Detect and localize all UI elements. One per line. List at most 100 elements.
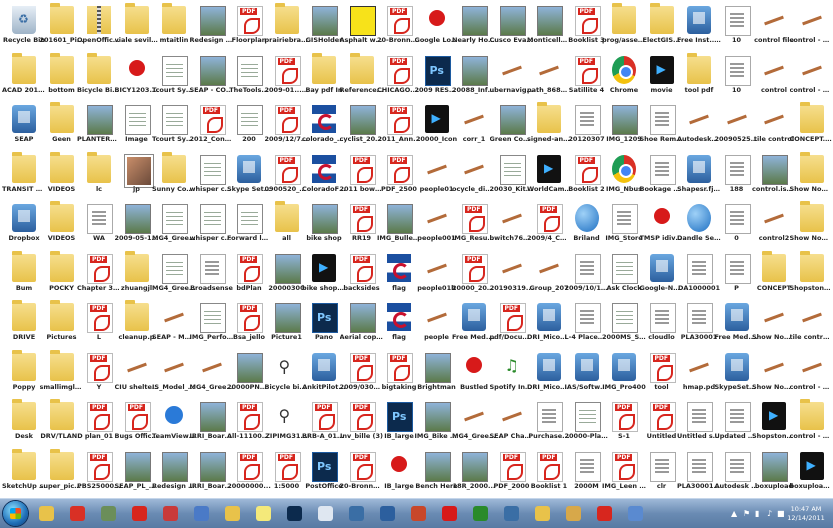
clock-time[interactable]: 10:47 AM xyxy=(783,505,829,513)
desktop-icon[interactable]: IAS/Software... Tutorial xyxy=(567,351,607,400)
desktop-icon[interactable]: tile control - Copy xyxy=(792,301,832,350)
desktop-icon[interactable]: boxupload xyxy=(754,450,794,499)
desktop-icon[interactable]: 2009/10/16... xyxy=(567,252,607,301)
desktop-icon[interactable]: Poppy xyxy=(4,351,44,400)
desktop-icon[interactable]: WorldCamera xyxy=(529,153,569,202)
desktop-icon[interactable]: bdPlan xyxy=(229,252,269,301)
desktop-icon[interactable]: TRANSIT PARKING xyxy=(4,153,44,202)
desktop-icon[interactable]: Show Now Go Up - ... xyxy=(792,153,832,202)
desktop-icon[interactable]: All-1110000 W_HS xyxy=(229,400,269,449)
taskbar-button[interactable] xyxy=(313,501,338,526)
desktop-icon[interactable]: ACAD 2010/ 2006 Rev... xyxy=(4,54,44,103)
taskbar-button[interactable] xyxy=(34,501,59,526)
desktop-icon[interactable]: PLANTERS BRAP PLA... xyxy=(79,103,119,152)
desktop-icon[interactable]: clr xyxy=(642,450,682,499)
desktop-icon[interactable]: Shopstone... - Copy xyxy=(792,252,832,301)
desktop-icon[interactable]: bike shop xyxy=(304,202,344,251)
desktop-icon[interactable]: ZIPIMG31... xyxy=(267,400,307,449)
desktop-icon[interactable]: DRV/TLAND xyxy=(42,400,82,449)
desktop-icon[interactable]: Redesign of CONCEPT... xyxy=(192,4,232,53)
desktop-icon[interactable]: CHICAGO... Maerial xyxy=(379,54,419,103)
desktop-icon[interactable]: 2009/0301... bsnoloject... xyxy=(342,351,382,400)
tray-flag-icon[interactable]: ⚑ xyxy=(743,509,750,518)
desktop-icon[interactable]: 2009/4_Ch... 3 - Her Desi... xyxy=(529,202,569,251)
desktop-icon[interactable]: Desk xyxy=(4,400,44,449)
desktop-icon[interactable]: 2009-01... Resilience... xyxy=(267,54,307,103)
desktop-icon[interactable]: 201601_Pics xyxy=(42,4,82,53)
desktop-icon[interactable]: flag xyxy=(379,301,419,350)
desktop-icon[interactable]: Chapter 3 - the Prefers... xyxy=(79,252,119,301)
desktop-icon[interactable]: Inv_bille (3) xyxy=(342,400,382,449)
desktop-icon[interactable]: jp xyxy=(117,153,157,202)
desktop-icon[interactable]: 2009 RESTRT xyxy=(417,54,457,103)
desktop-icon[interactable]: control - Copy xyxy=(792,351,832,400)
desktop-icon[interactable]: 20088_Info Looking(1) xyxy=(454,54,494,103)
desktop-icon[interactable]: Google-Ne... xyxy=(642,252,682,301)
desktop-icon[interactable]: Briland xyxy=(567,202,607,251)
desktop-icon[interactable]: Untitled specialities... xyxy=(679,400,719,449)
desktop-icon[interactable]: control2 xyxy=(754,202,794,251)
taskbar-button[interactable] xyxy=(406,501,431,526)
desktop-icon[interactable]: IMG_Bulleti... xyxy=(379,202,419,251)
desktop-icon[interactable]: tool xyxy=(642,351,682,400)
desktop-icon[interactable]: 18R_2000... xyxy=(454,450,494,499)
desktop-icon[interactable]: Free Med... (1) xyxy=(717,301,757,350)
desktop-icon[interactable]: Booklist 2 xyxy=(567,153,607,202)
desktop-icon[interactable]: signed-and... xyxy=(529,103,569,152)
desktop-icon[interactable]: path_8682... xyxy=(529,54,569,103)
desktop-icon[interactable]: ocycle_diagr... xyxy=(454,153,494,202)
desktop-icon[interactable]: Updated Show Bas... xyxy=(717,400,757,449)
desktop-icon[interactable]: PLA30001 POINT xyxy=(679,450,719,499)
desktop-icon[interactable]: bike shop mask xyxy=(304,252,344,301)
desktop-icon[interactable]: Autodesk_2d xyxy=(679,103,719,152)
desktop-icon[interactable]: control - Copy-ele xyxy=(792,400,832,449)
desktop-icon[interactable]: whisper cheesel xyxy=(192,202,232,251)
desktop-icon[interactable]: people01 xyxy=(417,153,457,202)
desktop-icon[interactable]: Bugs Offic... xyxy=(117,400,157,449)
desktop-icon[interactable]: 2011_Ann... xyxy=(379,103,419,152)
desktop-icon[interactable]: CONCEPT xyxy=(754,252,794,301)
desktop-icon[interactable]: Brightman xyxy=(417,351,457,400)
desktop-icon[interactable]: bigtaking xyxy=(379,351,419,400)
desktop-icon[interactable]: BRB-A_0100... xyxy=(304,400,344,449)
desktop-icon[interactable]: L xyxy=(79,301,119,350)
taskbar-button[interactable] xyxy=(158,501,183,526)
desktop-icon[interactable]: L-4 Placemadio xyxy=(567,301,607,350)
desktop-icon[interactable]: backsides xyxy=(342,252,382,301)
taskbar-button[interactable] xyxy=(623,501,648,526)
desktop-icon[interactable]: Forward lo... xyxy=(229,202,269,251)
desktop-icon[interactable]: Free Med... (1) xyxy=(454,301,494,350)
desktop-icon[interactable]: 2011 bowland 4-1 xyxy=(342,153,382,202)
desktop-icon[interactable]: IB_large xyxy=(379,450,419,499)
taskbar-button[interactable] xyxy=(561,501,586,526)
desktop-icon[interactable]: Spotify Installer xyxy=(492,351,532,400)
desktop-icon[interactable]: BICY1203... A34c_... xyxy=(117,54,157,103)
desktop-icon[interactable]: colorado_flag xyxy=(304,103,344,152)
desktop-icon[interactable]: PDF_2500 xyxy=(379,153,419,202)
desktop-icon[interactable]: Ask Clock xyxy=(604,252,644,301)
desktop-icon[interactable]: RR19 xyxy=(342,202,382,251)
taskbar-button[interactable] xyxy=(468,501,493,526)
desktop-icon[interactable]: Free Inst... (2) xyxy=(679,4,719,53)
desktop-icon[interactable]: Redesign of SEAP - Gr... xyxy=(154,450,194,499)
desktop-icon[interactable]: hmap.pd xyxy=(679,351,719,400)
desktop-icon[interactable]: IB_large xyxy=(379,400,419,449)
desktop-icon[interactable]: 20-Bronne... xyxy=(342,450,382,499)
desktop-icon[interactable]: 1:5000 xyxy=(267,450,307,499)
desktop-icon[interactable]: TMSP idiv(1)... xyxy=(642,202,682,251)
desktop-icon[interactable]: IS_Model_P... xyxy=(154,351,194,400)
desktop-icon[interactable]: zhuangjl xyxy=(117,252,157,301)
desktop-icon[interactable]: Broadsense xyxy=(192,252,232,301)
desktop-icon[interactable]: MG4_Green... - Shift 7 xyxy=(154,252,194,301)
tray-network-icon[interactable]: ▮ xyxy=(755,509,759,518)
desktop-icon[interactable]: viale sevilla tra...4.29 xyxy=(117,4,157,53)
taskbar-button[interactable] xyxy=(65,501,90,526)
desktop-icon[interactable]: SEAP_PL_Plan xyxy=(117,450,157,499)
desktop-icon[interactable]: Bookage whiteboard xyxy=(642,153,682,202)
desktop-icon[interactable]: 20000000... xyxy=(229,450,269,499)
desktop-icon[interactable]: Chrome xyxy=(604,54,644,103)
desktop-icon[interactable]: people xyxy=(417,301,457,350)
desktop-icon[interactable]: IMG_Bike Shop xyxy=(417,400,457,449)
desktop-icon[interactable]: Pictures xyxy=(42,301,82,350)
desktop-icon[interactable]: Bench Here xyxy=(417,450,457,499)
